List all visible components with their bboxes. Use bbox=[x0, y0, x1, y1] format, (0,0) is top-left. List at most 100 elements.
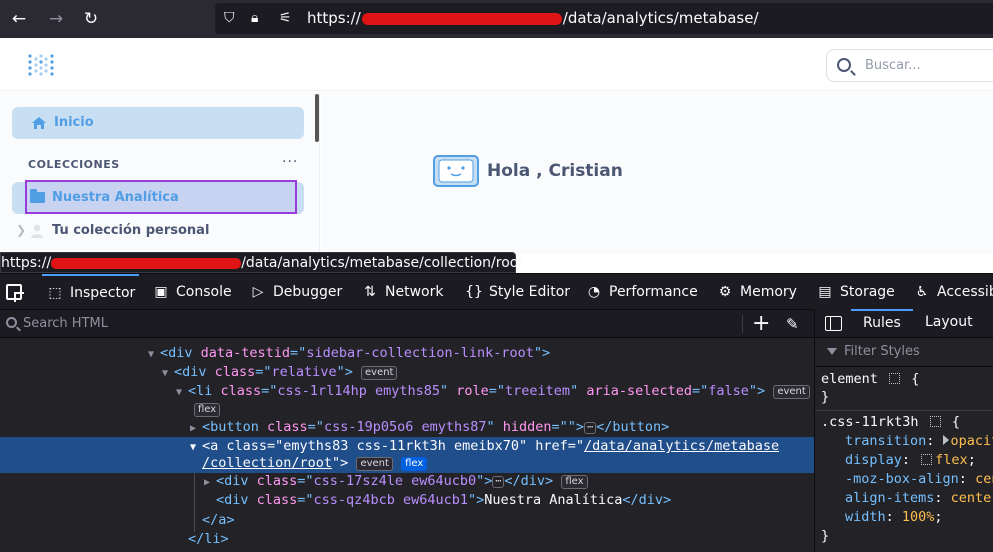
href-link[interactable]: /collection/root bbox=[202, 455, 332, 471]
chevron-right-icon[interactable]: ❯ bbox=[16, 223, 26, 237]
devtools-toolbar: ⬚ Inspector ▣ Console ▷ Debugger ⇅ Network {… bbox=[0, 273, 993, 309]
tab-console[interactable]: ▣ Console bbox=[152, 274, 231, 310]
event-badge[interactable]: event bbox=[356, 457, 393, 471]
expand-triangle-icon[interactable]: ▼ bbox=[148, 345, 160, 364]
expand-triangle-icon[interactable]: ▼ bbox=[162, 364, 174, 383]
prop-name: display bbox=[845, 452, 902, 468]
prop-value: center bbox=[950, 490, 993, 506]
attr-name: href bbox=[535, 438, 568, 454]
attr-value: false bbox=[708, 383, 749, 399]
css-declaration[interactable]: display: flex; bbox=[845, 451, 976, 470]
event-badge[interactable]: event bbox=[773, 385, 810, 399]
tab-memory[interactable]: ⚙ Memory bbox=[716, 274, 797, 310]
tree-node[interactable]: ▼ <li class="css-1rl14hp emyths85" role="… bbox=[0, 382, 814, 401]
tree-node-selected-cont[interactable]: /collection/root"> event flex bbox=[0, 454, 814, 473]
flex-badge[interactable]: flex bbox=[194, 403, 221, 417]
tab-debugger[interactable]: ▷ Debugger bbox=[249, 274, 343, 310]
tab-rules[interactable]: Rules bbox=[851, 309, 913, 338]
attr-value: css-1rl14hp emyths85 bbox=[277, 383, 440, 399]
rule-class-selector[interactable]: .css-11rkt3h { bbox=[821, 413, 960, 432]
sidebar-item-personal-collection[interactable]: Tu colección personal bbox=[52, 223, 209, 238]
prop-value: flex bbox=[935, 452, 968, 468]
flex-icon[interactable] bbox=[921, 454, 933, 465]
tab-network[interactable]: ⇅ Network bbox=[361, 274, 443, 310]
tab-layout[interactable]: Layout bbox=[925, 309, 973, 338]
sidebar-item-home[interactable]: Inicio bbox=[12, 107, 304, 139]
flex-badge[interactable]: flex bbox=[561, 475, 588, 489]
punct: =" bbox=[567, 438, 585, 454]
filter-styles-input[interactable]: Filter Styles bbox=[815, 338, 993, 367]
tab-accessibility[interactable]: ♿︎ Accessib bbox=[913, 274, 993, 310]
flex-badge[interactable]: flex bbox=[401, 457, 428, 471]
collapsed-content-icon[interactable]: ⋯ bbox=[492, 476, 505, 488]
shield-icon[interactable]: ⛉ bbox=[224, 8, 235, 28]
css-declaration[interactable]: width: 100%; bbox=[845, 508, 943, 527]
permissions-icon[interactable]: ⚟ bbox=[279, 8, 292, 28]
status-url: https:// /data/analytics/metabase/collect… bbox=[1, 255, 524, 271]
app-header: Buscar... bbox=[0, 38, 993, 91]
expand-triangle-icon[interactable]: ▶ bbox=[204, 473, 216, 492]
add-node-icon[interactable]: + bbox=[752, 311, 770, 337]
tab-label: Network bbox=[385, 284, 444, 300]
selector: .css-11rkt3h bbox=[821, 414, 919, 430]
search-html-placeholder: Search HTML bbox=[23, 316, 108, 331]
address-bar[interactable]: ⛉ 🔒︎ ⚟ https:// /data/analytics/metabase/ bbox=[215, 3, 993, 34]
network-icon: ⇅ bbox=[364, 284, 376, 300]
sidebar-scrollbar[interactable] bbox=[315, 94, 319, 142]
tree-node[interactable]: <div class="css-qz4bcb ew64ucb1">Nuestra… bbox=[0, 491, 814, 510]
punct: =" bbox=[297, 492, 314, 508]
eyedropper-icon[interactable]: ✎ bbox=[786, 315, 799, 333]
tree-node[interactable]: ▼ <div class="relative"> event bbox=[0, 363, 814, 382]
prop-name: width bbox=[845, 509, 886, 525]
reload-icon[interactable]: ↻ bbox=[80, 8, 102, 30]
closing-tag: </button> bbox=[596, 419, 670, 435]
punct: =" bbox=[290, 345, 307, 361]
expand-triangle-icon[interactable]: ▶ bbox=[190, 419, 202, 438]
url-text: https:// /data/analytics/metabase/ bbox=[307, 9, 759, 27]
navigation-sidebar: Inicio COLECCIONES ··· Nuestra Analítica… bbox=[0, 92, 320, 254]
attr-name: hidden bbox=[502, 419, 552, 435]
toggle-sidebar-icon[interactable] bbox=[825, 316, 842, 331]
search-input[interactable]: Buscar... bbox=[826, 49, 993, 82]
tree-node[interactable]: </a> bbox=[0, 511, 814, 530]
text-node: Nuestra Analítica bbox=[484, 492, 623, 508]
tab-performance[interactable]: ◔ Performance bbox=[585, 274, 698, 310]
sidebar-item-our-analytics-label[interactable]: Nuestra Analítica bbox=[52, 190, 179, 205]
tab-label: Style Editor bbox=[489, 284, 571, 300]
expand-triangle-icon[interactable] bbox=[942, 435, 949, 445]
grid-icon[interactable] bbox=[929, 416, 941, 427]
tab-inspector[interactable]: ⬚ Inspector bbox=[42, 274, 140, 310]
collections-more-icon[interactable]: ··· bbox=[282, 154, 298, 170]
css-declaration[interactable]: transition: opacit bbox=[845, 432, 993, 451]
attr-name: data-testid bbox=[200, 345, 291, 361]
tree-node[interactable]: ▼ <div data-testid="sidebar-collection-li… bbox=[0, 344, 814, 363]
tree-node[interactable]: ▶ <div class="css-17sz4le ew64ucb0"> ⋯ </di… bbox=[0, 472, 814, 491]
element-picker-icon[interactable] bbox=[6, 284, 22, 300]
brace: { bbox=[911, 371, 920, 387]
rule-element-selector[interactable]: element { bbox=[821, 370, 919, 389]
metabase-logo-icon[interactable] bbox=[28, 54, 54, 76]
back-arrow-icon[interactable]: ← bbox=[8, 8, 30, 30]
performance-icon: ◔ bbox=[587, 284, 601, 300]
prop-name: transition bbox=[845, 433, 927, 449]
tab-storage[interactable]: ▤ Storage bbox=[816, 274, 894, 310]
css-declaration[interactable]: -moz-box-align: cen bbox=[845, 470, 993, 489]
tree-node[interactable]: ▶ <button class="css-19p05o6 emyths87" hi… bbox=[0, 418, 814, 437]
tag-name: <button bbox=[202, 419, 268, 435]
tab-style-editor[interactable]: {} Style Editor bbox=[465, 274, 570, 310]
attr-value: css-19p05o6 emyths87 bbox=[323, 419, 487, 435]
tab-label: Inspector bbox=[70, 285, 136, 301]
punct: =" bbox=[261, 383, 278, 399]
tree-node-badges: flex bbox=[0, 400, 814, 419]
css-declaration[interactable]: align-items: center bbox=[845, 489, 993, 508]
grid-icon[interactable] bbox=[889, 373, 901, 384]
forward-arrow-icon[interactable]: → bbox=[45, 8, 67, 30]
tree-node[interactable]: </li> bbox=[0, 530, 814, 549]
href-link[interactable]: /data/analytics/metabase bbox=[584, 438, 779, 454]
search-html-input[interactable]: Search HTML + ✎ bbox=[0, 309, 814, 338]
lock-icon[interactable]: 🔒︎ bbox=[251, 8, 258, 28]
event-badge[interactable]: event bbox=[360, 366, 398, 380]
collapsed-content-icon[interactable]: ⋯ bbox=[584, 422, 597, 434]
tab-label: Accessib bbox=[937, 284, 993, 300]
markup-tree: ▼ <div data-testid="sidebar-collection-li… bbox=[0, 338, 814, 552]
